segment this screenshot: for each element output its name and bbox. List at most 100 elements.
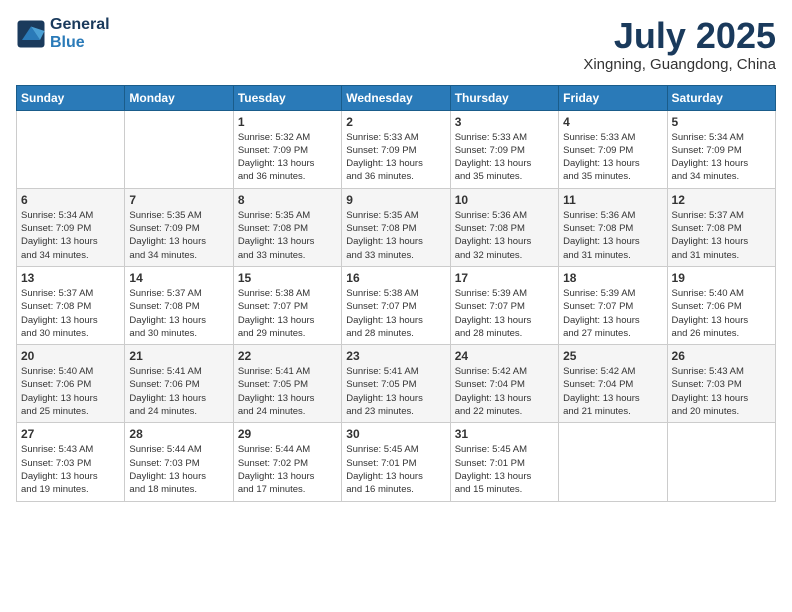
calendar-cell: 31 Sunrise: 5:45 AM Sunset: 7:01 PM Dayli…	[450, 423, 558, 501]
day-info: Sunrise: 5:39 AM Sunset: 7:07 PM Dayligh…	[563, 287, 662, 340]
calendar-cell: 27Sunrise: 5:43 AM Sunset: 7:03 PM Dayli…	[17, 423, 125, 501]
location: Xingning, Guangdong, China	[583, 56, 776, 73]
day-number: 20	[21, 349, 120, 363]
day-number: 7	[129, 193, 228, 207]
calendar-cell: 6 Sunrise: 5:34 AM Sunset: 7:09 PM Daylig…	[17, 188, 125, 266]
calendar-cell: 5 Sunrise: 5:34 AM Sunset: 7:09 PM Daylig…	[667, 110, 775, 188]
day-info: Sunrise: 5:44 AM Sunset: 7:03 PM Dayligh…	[129, 443, 228, 496]
calendar-cell: 8Sunrise: 5:35 AM Sunset: 7:08 PM Daylig…	[233, 188, 341, 266]
day-info: Sunrise: 5:37 AM Sunset: 7:08 PM Dayligh…	[672, 209, 771, 262]
day-info: Sunrise: 5:40 AM Sunset: 7:06 PM Dayligh…	[21, 365, 120, 418]
calendar-cell: 2 Sunrise: 5:33 AM Sunset: 7:09 PM Daylig…	[342, 110, 450, 188]
day-number: 10	[455, 193, 554, 207]
calendar-cell: 9Sunrise: 5:35 AM Sunset: 7:08 PM Daylig…	[342, 188, 450, 266]
week-row-2: 6 Sunrise: 5:34 AM Sunset: 7:09 PM Daylig…	[17, 188, 776, 266]
weekday-header-monday: Monday	[125, 85, 233, 110]
week-row-5: 27Sunrise: 5:43 AM Sunset: 7:03 PM Dayli…	[17, 423, 776, 501]
day-info: Sunrise: 5:42 AM Sunset: 7:04 PM Dayligh…	[563, 365, 662, 418]
day-number: 11	[563, 193, 662, 207]
day-info: Sunrise: 5:43 AM Sunset: 7:03 PM Dayligh…	[672, 365, 771, 418]
day-number: 13	[21, 271, 120, 285]
day-number: 1	[238, 115, 337, 129]
day-number: 3	[455, 115, 554, 129]
calendar-cell: 28Sunrise: 5:44 AM Sunset: 7:03 PM Dayli…	[125, 423, 233, 501]
month-title: July 2025	[583, 16, 776, 56]
calendar-cell: 20 Sunrise: 5:40 AM Sunset: 7:06 PM Dayli…	[17, 345, 125, 423]
day-info: Sunrise: 5:34 AM Sunset: 7:09 PM Dayligh…	[21, 209, 120, 262]
week-row-4: 20 Sunrise: 5:40 AM Sunset: 7:06 PM Dayli…	[17, 345, 776, 423]
day-info: Sunrise: 5:38 AM Sunset: 7:07 PM Dayligh…	[346, 287, 445, 340]
title-block: July 2025 Xingning, Guangdong, China	[583, 16, 776, 73]
day-info: Sunrise: 5:44 AM Sunset: 7:02 PM Dayligh…	[238, 443, 337, 496]
day-number: 29	[238, 427, 337, 441]
day-info: Sunrise: 5:43 AM Sunset: 7:03 PM Dayligh…	[21, 443, 120, 496]
calendar-cell	[17, 110, 125, 188]
calendar-cell	[559, 423, 667, 501]
day-number: 23	[346, 349, 445, 363]
calendar-cell	[125, 110, 233, 188]
day-info: Sunrise: 5:40 AM Sunset: 7:06 PM Dayligh…	[672, 287, 771, 340]
day-number: 16	[346, 271, 445, 285]
calendar-cell: 19 Sunrise: 5:40 AM Sunset: 7:06 PM Dayli…	[667, 266, 775, 344]
calendar-cell: 22Sunrise: 5:41 AM Sunset: 7:05 PM Dayli…	[233, 345, 341, 423]
logo: General Blue	[16, 16, 110, 51]
week-row-3: 13 Sunrise: 5:37 AM Sunset: 7:08 PM Dayli…	[17, 266, 776, 344]
day-number: 2	[346, 115, 445, 129]
calendar-cell: 13 Sunrise: 5:37 AM Sunset: 7:08 PM Dayli…	[17, 266, 125, 344]
calendar-cell: 26 Sunrise: 5:43 AM Sunset: 7:03 PM Dayli…	[667, 345, 775, 423]
day-info: Sunrise: 5:37 AM Sunset: 7:08 PM Dayligh…	[21, 287, 120, 340]
calendar-cell: 15 Sunrise: 5:38 AM Sunset: 7:07 PM Dayli…	[233, 266, 341, 344]
calendar-cell	[667, 423, 775, 501]
day-info: Sunrise: 5:41 AM Sunset: 7:06 PM Dayligh…	[129, 365, 228, 418]
weekday-header-tuesday: Tuesday	[233, 85, 341, 110]
weekday-header-friday: Friday	[559, 85, 667, 110]
day-number: 6	[21, 193, 120, 207]
calendar-cell: 12 Sunrise: 5:37 AM Sunset: 7:08 PM Dayli…	[667, 188, 775, 266]
day-info: Sunrise: 5:45 AM Sunset: 7:01 PM Dayligh…	[346, 443, 445, 496]
calendar-cell: 7 Sunrise: 5:35 AM Sunset: 7:09 PM Daylig…	[125, 188, 233, 266]
calendar-cell: 16 Sunrise: 5:38 AM Sunset: 7:07 PM Dayli…	[342, 266, 450, 344]
day-number: 19	[672, 271, 771, 285]
weekday-header-thursday: Thursday	[450, 85, 558, 110]
day-number: 30	[346, 427, 445, 441]
day-number: 15	[238, 271, 337, 285]
day-info: Sunrise: 5:41 AM Sunset: 7:05 PM Dayligh…	[346, 365, 445, 418]
week-row-1: 1 Sunrise: 5:32 AM Sunset: 7:09 PM Daylig…	[17, 110, 776, 188]
calendar-cell: 10 Sunrise: 5:36 AM Sunset: 7:08 PM Dayli…	[450, 188, 558, 266]
day-info: Sunrise: 5:39 AM Sunset: 7:07 PM Dayligh…	[455, 287, 554, 340]
day-number: 5	[672, 115, 771, 129]
day-number: 17	[455, 271, 554, 285]
calendar-table: SundayMondayTuesdayWednesdayThursdayFrid…	[16, 85, 776, 502]
calendar-cell: 17 Sunrise: 5:39 AM Sunset: 7:07 PM Dayli…	[450, 266, 558, 344]
day-info: Sunrise: 5:36 AM Sunset: 7:08 PM Dayligh…	[455, 209, 554, 262]
day-number: 22	[238, 349, 337, 363]
day-number: 31	[455, 427, 554, 441]
day-number: 26	[672, 349, 771, 363]
weekday-header-saturday: Saturday	[667, 85, 775, 110]
day-info: Sunrise: 5:35 AM Sunset: 7:08 PM Dayligh…	[238, 209, 337, 262]
calendar-cell: 21 Sunrise: 5:41 AM Sunset: 7:06 PM Dayli…	[125, 345, 233, 423]
day-info: Sunrise: 5:37 AM Sunset: 7:08 PM Dayligh…	[129, 287, 228, 340]
logo-icon	[16, 19, 46, 49]
day-info: Sunrise: 5:35 AM Sunset: 7:09 PM Dayligh…	[129, 209, 228, 262]
calendar-cell: 3Sunrise: 5:33 AM Sunset: 7:09 PM Daylig…	[450, 110, 558, 188]
day-info: Sunrise: 5:38 AM Sunset: 7:07 PM Dayligh…	[238, 287, 337, 340]
calendar-cell: 18 Sunrise: 5:39 AM Sunset: 7:07 PM Dayli…	[559, 266, 667, 344]
calendar-cell: 14Sunrise: 5:37 AM Sunset: 7:08 PM Dayli…	[125, 266, 233, 344]
page-header: General Blue July 2025 Xingning, Guangdo…	[16, 16, 776, 73]
day-info: Sunrise: 5:35 AM Sunset: 7:08 PM Dayligh…	[346, 209, 445, 262]
calendar-cell: 23 Sunrise: 5:41 AM Sunset: 7:05 PM Dayli…	[342, 345, 450, 423]
day-info: Sunrise: 5:33 AM Sunset: 7:09 PM Dayligh…	[346, 131, 445, 184]
weekday-header-wednesday: Wednesday	[342, 85, 450, 110]
day-info: Sunrise: 5:45 AM Sunset: 7:01 PM Dayligh…	[455, 443, 554, 496]
calendar-cell: 24Sunrise: 5:42 AM Sunset: 7:04 PM Dayli…	[450, 345, 558, 423]
calendar-cell: 4Sunrise: 5:33 AM Sunset: 7:09 PM Daylig…	[559, 110, 667, 188]
day-info: Sunrise: 5:34 AM Sunset: 7:09 PM Dayligh…	[672, 131, 771, 184]
calendar-cell: 25Sunrise: 5:42 AM Sunset: 7:04 PM Dayli…	[559, 345, 667, 423]
day-number: 18	[563, 271, 662, 285]
day-number: 21	[129, 349, 228, 363]
day-number: 12	[672, 193, 771, 207]
day-info: Sunrise: 5:42 AM Sunset: 7:04 PM Dayligh…	[455, 365, 554, 418]
day-number: 4	[563, 115, 662, 129]
day-info: Sunrise: 5:32 AM Sunset: 7:09 PM Dayligh…	[238, 131, 337, 184]
